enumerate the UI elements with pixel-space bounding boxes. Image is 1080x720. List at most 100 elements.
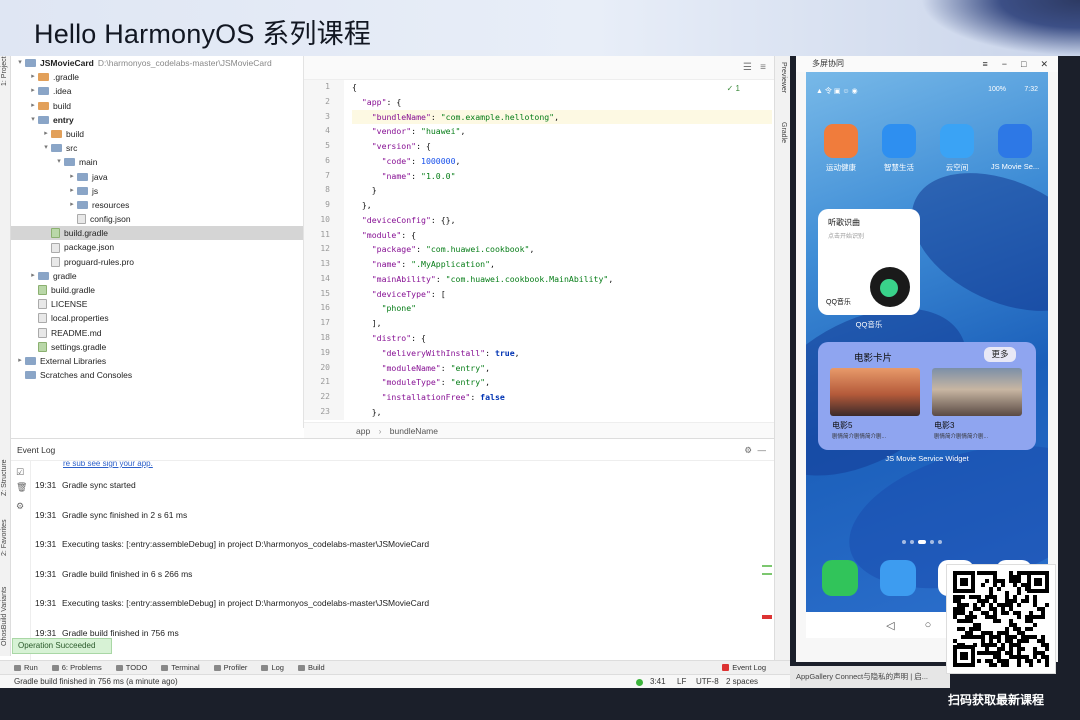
movie-card-widget[interactable]: 电影卡片 更多 电影5 剧情简介剧情简介剧... 电影3 剧情简介剧情简介剧..… <box>818 342 1036 450</box>
marker-ok <box>762 573 772 575</box>
chevron-icon[interactable]: ▸ <box>67 184 77 198</box>
tree-item[interactable]: ▸ .gradle <box>11 70 303 84</box>
tool-tab-log[interactable]: Log <box>261 663 284 672</box>
chevron-icon[interactable]: ▾ <box>15 56 25 70</box>
tree-item[interactable]: ▸ gradle <box>11 269 303 283</box>
menu-icon[interactable]: ≡ <box>760 62 766 73</box>
tab-project[interactable]: 1: Project <box>1 56 8 86</box>
app-icon[interactable]: JS Movie Se... <box>990 124 1040 171</box>
file-encoding[interactable]: UTF-8 <box>696 675 719 689</box>
movie-desc: 剧情简介剧情简介剧... <box>934 434 989 440</box>
list-icon[interactable]: ☰ <box>743 62 752 73</box>
tree-item[interactable]: README.md <box>11 326 303 340</box>
chevron-icon[interactable]: ▸ <box>28 84 38 98</box>
chevron-icon[interactable]: ▾ <box>28 113 38 127</box>
maximize-icon[interactable]: □ <box>1021 56 1026 72</box>
tree-item[interactable]: settings.gradle <box>11 340 303 354</box>
status-message[interactable]: Gradle build finished in 756 ms (a minut… <box>14 677 178 686</box>
back-icon[interactable]: ◁ <box>886 619 894 632</box>
tool-tab-profiler[interactable]: Profiler <box>213 663 247 672</box>
tool-tab-run[interactable]: Run <box>14 663 38 672</box>
chevron-icon[interactable]: ▸ <box>28 99 38 113</box>
tree-item[interactable]: Scratches and Consoles <box>11 368 303 382</box>
tree-item[interactable]: local.properties <box>11 311 303 325</box>
tool-tab-terminal[interactable]: Terminal <box>161 663 200 672</box>
movie-poster[interactable] <box>932 368 1022 416</box>
settings-icon[interactable]: ⚙ <box>744 439 752 461</box>
tree-item[interactable]: proguard-rules.pro <box>11 255 303 269</box>
chevron-icon[interactable]: ▾ <box>54 155 64 169</box>
tool-tab-problems[interactable]: 6: Problems <box>51 663 102 672</box>
code-area[interactable]: { "app": { "bundleName": "com.example.he… <box>352 80 772 420</box>
tree-item[interactable]: ▸ java <box>11 170 303 184</box>
chevron-icon[interactable]: ▸ <box>28 70 38 84</box>
tree-item-label: config.json <box>90 214 131 225</box>
movie-widget-label: JS Movie Service Widget <box>885 454 969 463</box>
chevron-icon[interactable]: ▸ <box>28 269 38 283</box>
tab-gradle[interactable]: Gradle <box>780 122 787 143</box>
tree-item-label: proguard-rules.pro <box>64 256 134 267</box>
breadcrumb-item[interactable]: bundleName <box>390 426 438 436</box>
tab-favorites[interactable]: 2: Favorites <box>1 519 8 556</box>
qq-music-widget[interactable]: 听歌识曲 点击开始识别 QQ音乐 <box>818 209 920 315</box>
tree-item[interactable]: ▸ .idea <box>11 84 303 98</box>
cursor-position[interactable]: 3:41 <box>650 675 666 689</box>
tree-item[interactable]: config.json <box>11 212 303 226</box>
tool-icon <box>51 664 59 671</box>
app-icon[interactable]: 运动健康 <box>816 124 866 173</box>
movie-poster[interactable] <box>830 368 920 416</box>
chevron-icon[interactable]: ▾ <box>41 141 51 155</box>
minimize-icon[interactable]: — <box>758 439 767 461</box>
tree-item[interactable]: ▾ JSMovieCard D:\harmonyos_codelabs-master… <box>11 56 303 70</box>
app-icon[interactable]: 智慧生活 <box>874 124 924 173</box>
event-log-link[interactable]: re sub see sign your app. <box>35 461 765 471</box>
tree-item[interactable]: build.gradle <box>11 283 303 297</box>
line-separator[interactable]: LF <box>677 675 686 689</box>
phone-icon[interactable] <box>822 560 858 596</box>
mark-read-icon[interactable]: ☑ <box>16 467 30 478</box>
close-icon[interactable]: ✕ <box>1040 56 1048 72</box>
phone-screen[interactable]: ▲ 令 ▣ ☺ ◉ 100% 7:32 运动健康 智慧生活 云空间 JS Movie … <box>806 72 1048 612</box>
tree-item[interactable]: ▸ js <box>11 184 303 198</box>
tree-item[interactable]: ▸ resources <box>11 198 303 212</box>
tab-structure[interactable]: Z: Structure <box>1 459 8 496</box>
gear-icon[interactable]: ⚙ <box>16 501 30 512</box>
app-icon[interactable]: 云空间 <box>932 124 982 173</box>
indent-setting[interactable]: 2 spaces <box>726 675 758 689</box>
chevron-icon[interactable]: ▸ <box>15 354 25 368</box>
breadcrumb-item[interactable]: app <box>356 426 370 436</box>
tree-item[interactable]: ▾ src <box>11 141 303 155</box>
file-icon <box>38 341 47 352</box>
code-line: "deviceType": [ <box>371 288 446 299</box>
tree-item[interactable]: ▾ main <box>11 155 303 169</box>
tool-tab-todo[interactable]: TODO <box>115 663 147 672</box>
line-number: 2 <box>325 96 330 106</box>
tree-item[interactable]: ▸ build <box>11 127 303 141</box>
chevron-icon[interactable]: ▸ <box>41 127 51 141</box>
folder-icon <box>77 172 88 181</box>
code-editor[interactable]: ☰ ≡ ✓ 1 1 2 3 4 5 6 7 8 9 10 11 12 13 14 15 16 17 18 19 20 2… <box>304 56 774 438</box>
tree-item[interactable]: LICENSE <box>11 297 303 311</box>
tree-item[interactable]: ▾ entry <box>11 113 303 127</box>
qq-widget-title: 听歌识曲 <box>828 218 860 227</box>
home-icon[interactable]: ○ <box>925 619 932 631</box>
tab-previewer[interactable]: Previewer <box>780 62 787 93</box>
menu-icon[interactable]: ≡ <box>982 56 987 72</box>
page-dot <box>910 540 914 544</box>
tree-item[interactable]: ▸ build <box>11 99 303 113</box>
chevron-icon[interactable]: ▸ <box>67 170 77 184</box>
line-number: 3 <box>325 111 330 121</box>
tab-build-variants[interactable]: OhosBuild Variants <box>1 587 8 646</box>
minimize-icon[interactable]: − <box>1002 56 1007 72</box>
tool-tab-build[interactable]: Build <box>297 663 325 672</box>
event-log-tab[interactable]: Event Log <box>722 663 766 672</box>
tree-item[interactable]: ▸ External Libraries <box>11 354 303 368</box>
code-line: "distro": { <box>371 333 426 344</box>
tree-item[interactable]: build.gradle <box>11 226 303 241</box>
chevron-icon[interactable]: ▸ <box>67 198 77 212</box>
operation-toast[interactable]: Operation Succeeded <box>12 638 112 654</box>
trash-icon[interactable]: 🗑 <box>16 482 30 493</box>
tree-item[interactable]: package.json <box>11 240 303 254</box>
message-icon[interactable] <box>880 560 916 596</box>
more-button[interactable]: 更多 <box>984 347 1016 362</box>
